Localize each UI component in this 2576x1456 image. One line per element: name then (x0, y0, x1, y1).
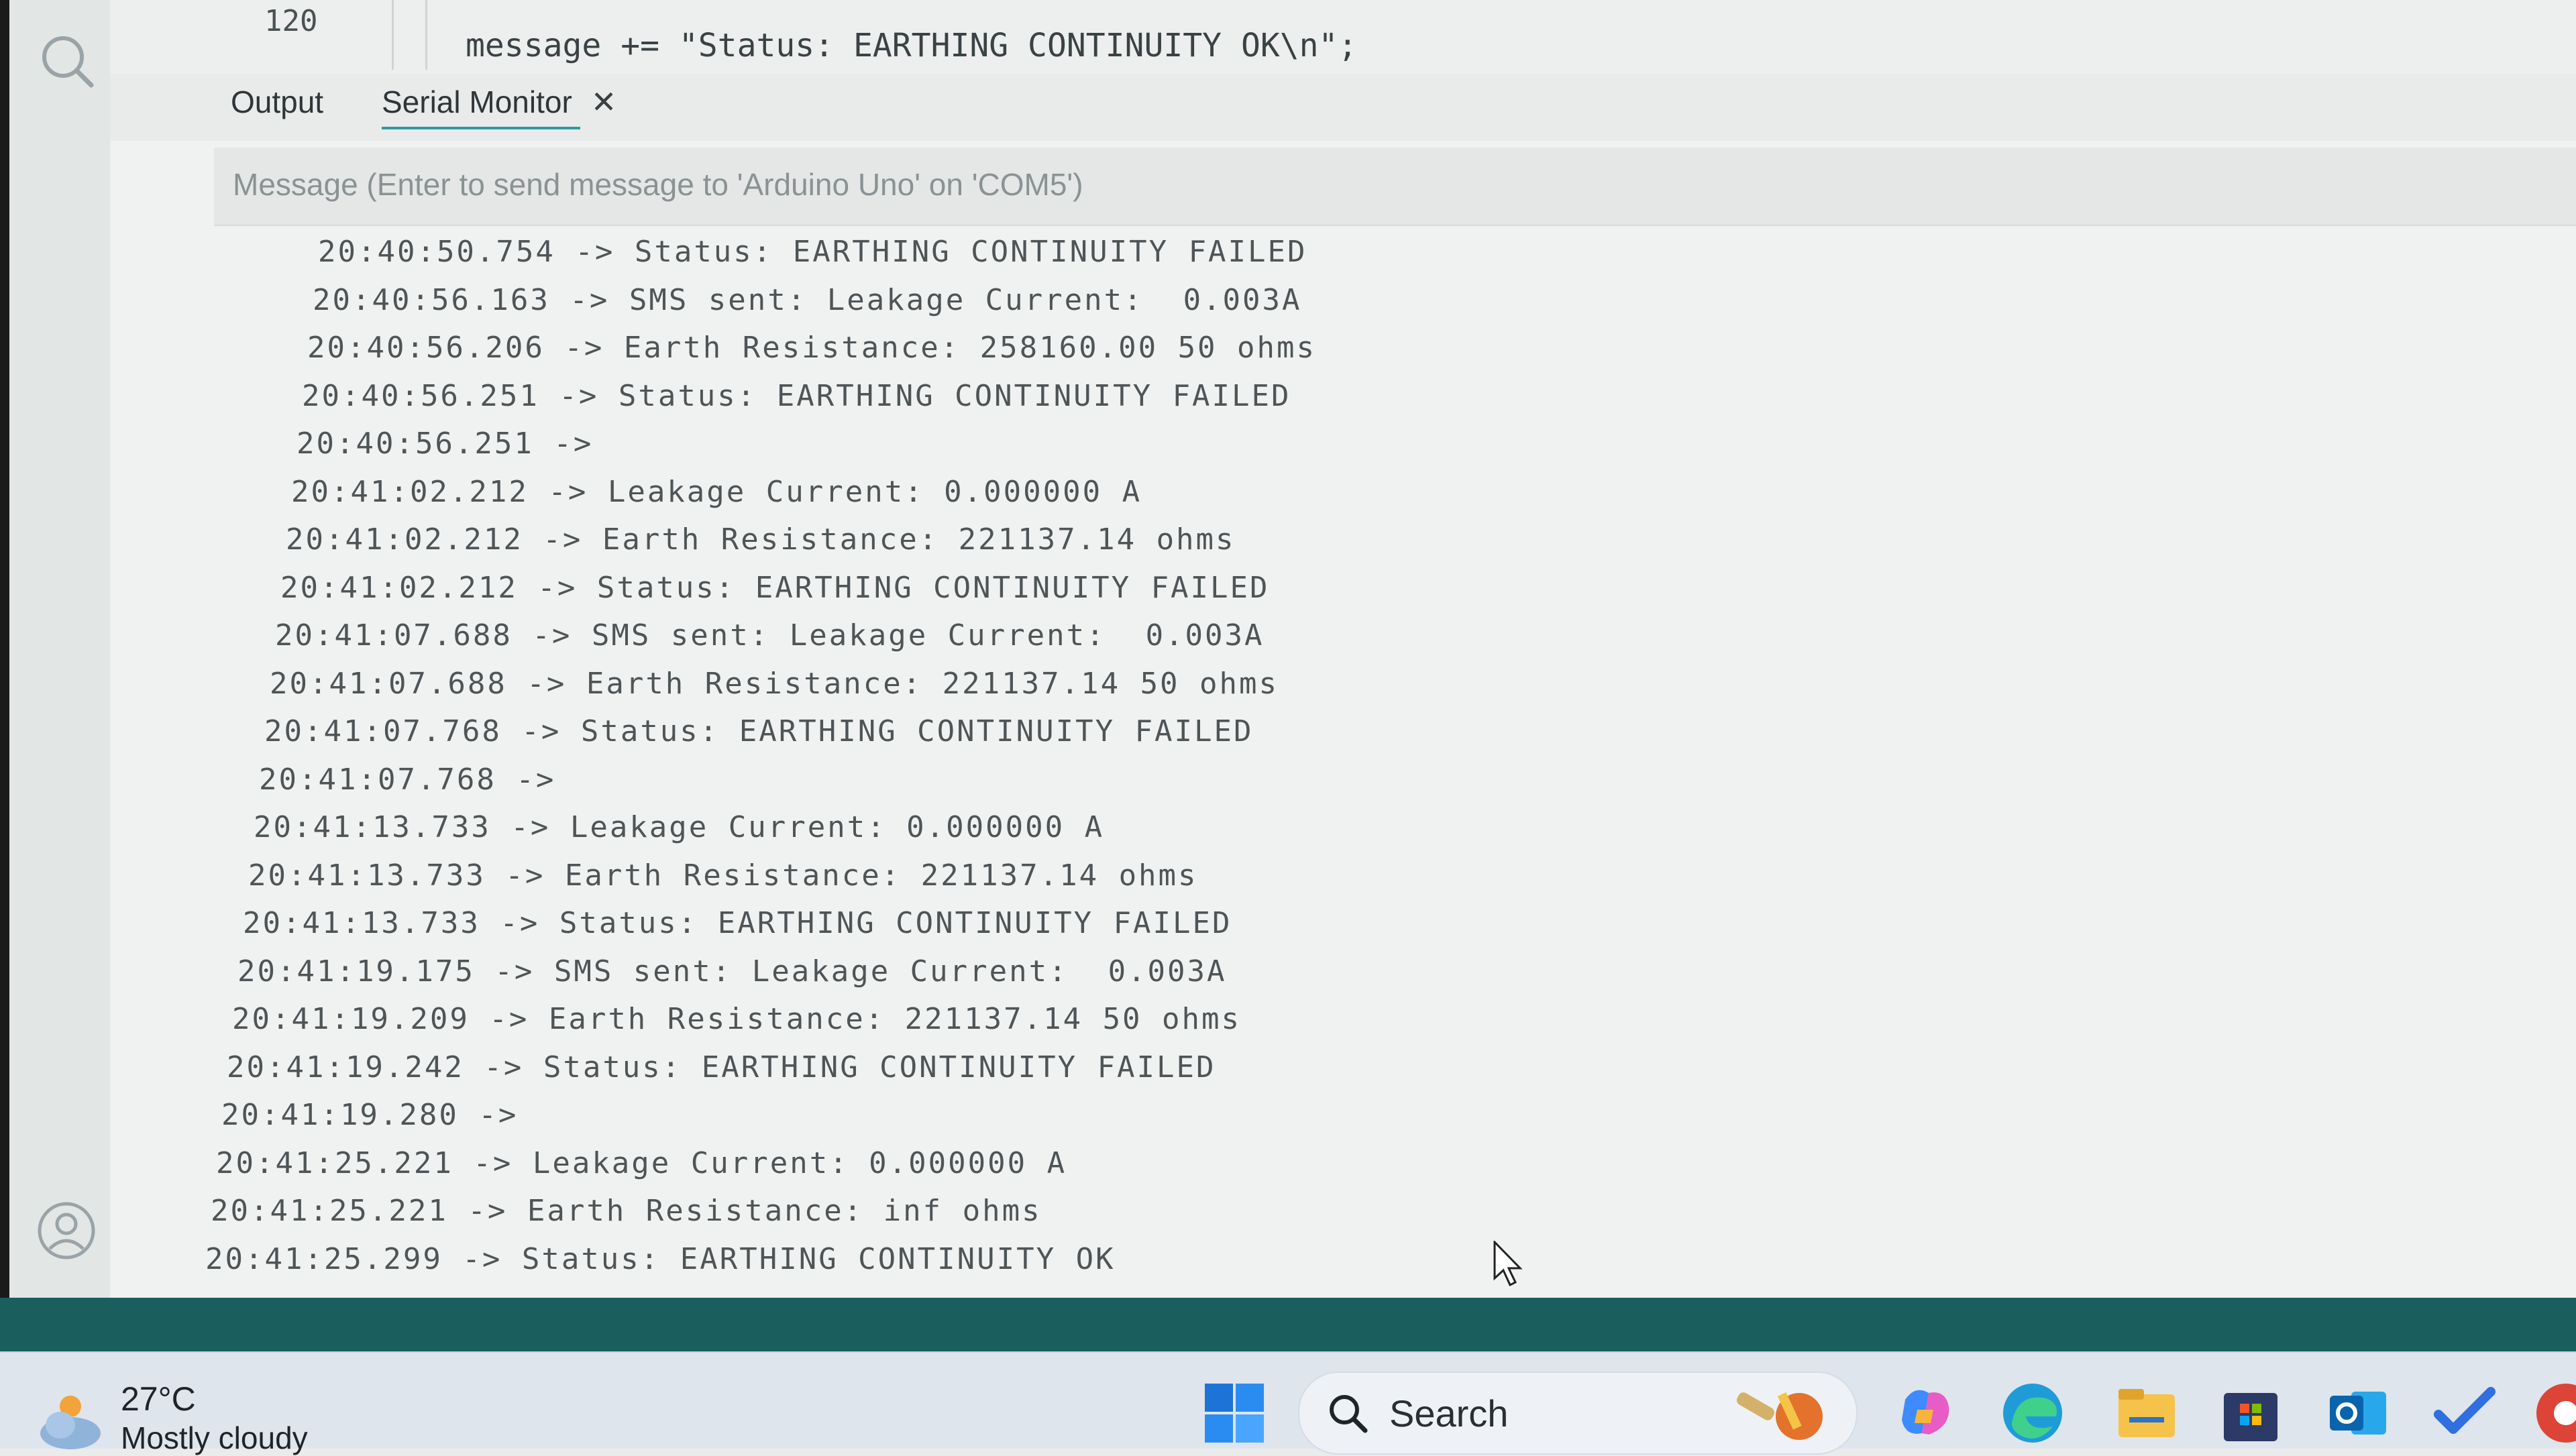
serial-output: 20:40:50.754 -> Status: EARTHING CONTINU… (204, 235, 2576, 1291)
serial-log-line: 20:41:19.280 -> (221, 1098, 519, 1132)
bottom-panel: Output Serial Monitor ✕ Message (Enter t… (110, 74, 2576, 1298)
serial-log-line: 20:41:02.212 -> Status: EARTHING CONTINU… (280, 570, 1270, 605)
serial-log-line: 20:41:25.221 -> Earth Resistance: inf oh… (211, 1194, 1042, 1228)
chrome-icon[interactable] (2532, 1380, 2576, 1447)
indent-guide (425, 0, 427, 70)
screen-bezel (0, 0, 9, 1341)
code-editor[interactable]: 120 message += "Status: EARTHING CONTINU… (110, 0, 2576, 74)
serial-log-line: 20:41:07.768 -> Status: EARTHING CONTINU… (264, 714, 1254, 748)
tab-serial-monitor[interactable]: Serial Monitor ✕ (382, 84, 617, 129)
edge-icon[interactable] (1999, 1380, 2066, 1447)
code-line[interactable]: message += "Status: EARTHING CONTINUITY … (466, 27, 1357, 64)
serial-log-line: 20:41:13.733 -> Leakage Current: 0.00000… (254, 810, 1105, 844)
search-highlight-icon (1736, 1392, 1823, 1440)
line-number: 120 (264, 4, 318, 38)
close-icon[interactable]: ✕ (591, 84, 617, 120)
serial-log-line: 20:41:19.209 -> Earth Resistance: 221137… (232, 1002, 1242, 1036)
weather-temperature[interactable]: 27°C (121, 1380, 196, 1418)
mouse-cursor-icon (1493, 1241, 1523, 1287)
copilot-icon[interactable] (1892, 1380, 1959, 1447)
serial-log-line: 20:41:19.242 -> Status: EARTHING CONTINU… (227, 1050, 1216, 1084)
taskbar-search[interactable]: Search (1298, 1371, 1858, 1455)
serial-log-line: 20:41:25.221 -> Leakage Current: 0.00000… (216, 1145, 1067, 1180)
store-icon[interactable] (2217, 1380, 2284, 1447)
search-icon (1330, 1395, 1368, 1433)
weather-cloud-icon[interactable] (34, 1386, 107, 1453)
start-icon[interactable] (1201, 1380, 1268, 1447)
account-icon[interactable] (36, 1200, 97, 1261)
panel-tabs: Output Serial Monitor ✕ (110, 74, 2576, 141)
search-icon[interactable] (36, 30, 97, 91)
activity-bar (9, 0, 111, 1298)
serial-log-line: 20:40:56.163 -> SMS sent: Leakage Curren… (313, 282, 1302, 317)
serial-log-line: 20:41:07.768 -> (259, 762, 556, 797)
serial-log-line: 20:41:19.175 -> SMS sent: Leakage Curren… (237, 954, 1227, 989)
status-bar (0, 1298, 2576, 1351)
tab-output[interactable]: Output (231, 84, 323, 120)
todo-icon[interactable] (2432, 1380, 2499, 1447)
serial-log-line: 20:41:07.688 -> SMS sent: Leakage Curren… (275, 618, 1265, 653)
gutter-divider (392, 0, 394, 70)
serial-log-line: 20:40:50.754 -> Status: EARTHING CONTINU… (318, 235, 1307, 269)
serial-log-line: 20:40:56.251 -> (297, 427, 594, 461)
taskbar: 27°C Mostly cloudy Search (0, 1351, 2576, 1455)
weather-condition[interactable]: Mostly cloudy (121, 1420, 308, 1456)
serial-log-line: 20:40:56.206 -> Earth Resistance: 258160… (307, 331, 1317, 365)
message-input[interactable]: Message (Enter to send message to 'Ardui… (214, 148, 2576, 226)
serial-log-line: 20:40:56.251 -> Status: EARTHING CONTINU… (302, 378, 1291, 413)
serial-log-line: 20:41:25.299 -> Status: EARTHING CONTINU… (205, 1241, 1116, 1276)
search-label: Search (1389, 1392, 1509, 1435)
tab-output-label: Output (231, 85, 324, 119)
serial-log-line: 20:41:13.733 -> Earth Resistance: 221137… (248, 858, 1198, 893)
message-placeholder: Message (Enter to send message to 'Ardui… (233, 167, 1083, 202)
serial-log-line: 20:41:13.733 -> Status: EARTHING CONTINU… (243, 906, 1232, 940)
outlook-icon[interactable] (2324, 1380, 2392, 1447)
file-explorer-icon[interactable] (2113, 1380, 2180, 1447)
serial-log-line: 20:41:07.688 -> Earth Resistance: 221137… (270, 666, 1279, 701)
tab-serial-monitor-label: Serial Monitor (382, 85, 572, 119)
serial-log-line: 20:41:02.212 -> Leakage Current: 0.00000… (291, 474, 1142, 509)
serial-log-line: 20:41:02.212 -> Earth Resistance: 221137… (286, 522, 1236, 557)
